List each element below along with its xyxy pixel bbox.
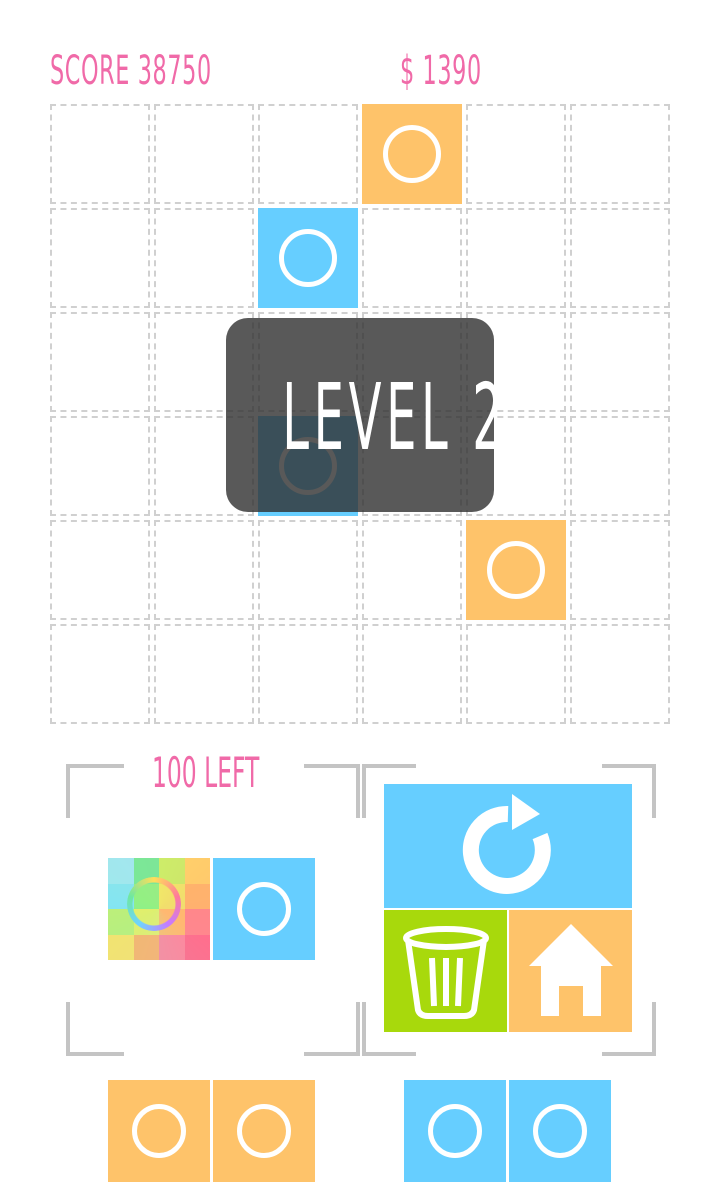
board-cell[interactable]: [570, 416, 670, 516]
current-piece[interactable]: [108, 858, 316, 960]
ring-icon: [383, 125, 441, 183]
queue-piece-right[interactable]: [404, 1080, 612, 1184]
board-cell[interactable]: [154, 520, 254, 620]
board-cell[interactable]: [466, 208, 566, 308]
board-cell[interactable]: [50, 416, 150, 516]
board-cell[interactable]: [570, 624, 670, 724]
ring-icon: [237, 1104, 291, 1158]
piece-block-blue: [213, 858, 315, 960]
board-cell[interactable]: [154, 104, 254, 204]
trash-button[interactable]: [384, 910, 507, 1032]
board-cell[interactable]: [466, 104, 566, 204]
board-cell[interactable]: [570, 520, 670, 620]
level-banner: LEVEL 2: [226, 318, 508, 512]
board-cell[interactable]: [154, 208, 254, 308]
board-cell[interactable]: [50, 104, 150, 204]
ring-icon: [428, 1104, 482, 1158]
board-cell[interactable]: [570, 312, 670, 412]
board-cell[interactable]: [362, 208, 462, 308]
piece-block-blue: [509, 1080, 611, 1182]
board-cell[interactable]: [466, 624, 566, 724]
score-label: SCORE 38750: [50, 48, 212, 94]
board-cell[interactable]: [362, 520, 462, 620]
board-cell[interactable]: [258, 520, 358, 620]
board-cell[interactable]: [50, 624, 150, 724]
pieces-left-label: 100 LEFT: [152, 748, 260, 797]
board-cell[interactable]: [570, 208, 670, 308]
board-cell[interactable]: [258, 104, 358, 204]
ring-icon: [487, 541, 545, 599]
board-tile-blue: [258, 208, 358, 308]
level-text: LEVEL 2: [282, 364, 508, 471]
piece-block-blue: [404, 1080, 506, 1182]
board-cell[interactable]: [570, 104, 670, 204]
home-button[interactable]: [509, 910, 632, 1032]
restart-icon: [462, 794, 551, 894]
ring-icon: [533, 1104, 587, 1158]
trash-icon: [403, 926, 489, 1019]
board-cell[interactable]: [50, 312, 150, 412]
board-cell[interactable]: [154, 624, 254, 724]
board-cell[interactable]: [362, 624, 462, 724]
money-label: $ 1390: [400, 48, 482, 94]
board-cell[interactable]: [50, 520, 150, 620]
piece-block-rainbow: [108, 858, 210, 960]
ring-icon: [279, 229, 337, 287]
board-cell[interactable]: [258, 624, 358, 724]
home-icon: [529, 924, 613, 1016]
board-cell[interactable]: [50, 208, 150, 308]
board-tile-orange: [362, 104, 462, 204]
ring-icon: [132, 1104, 186, 1158]
ring-icon: [237, 882, 291, 936]
piece-block-orange: [213, 1080, 315, 1182]
restart-button[interactable]: [384, 784, 632, 908]
queue-piece-left[interactable]: [108, 1080, 316, 1184]
piece-block-orange: [108, 1080, 210, 1182]
board-tile-orange: [466, 520, 566, 620]
ring-icon: [127, 877, 181, 931]
